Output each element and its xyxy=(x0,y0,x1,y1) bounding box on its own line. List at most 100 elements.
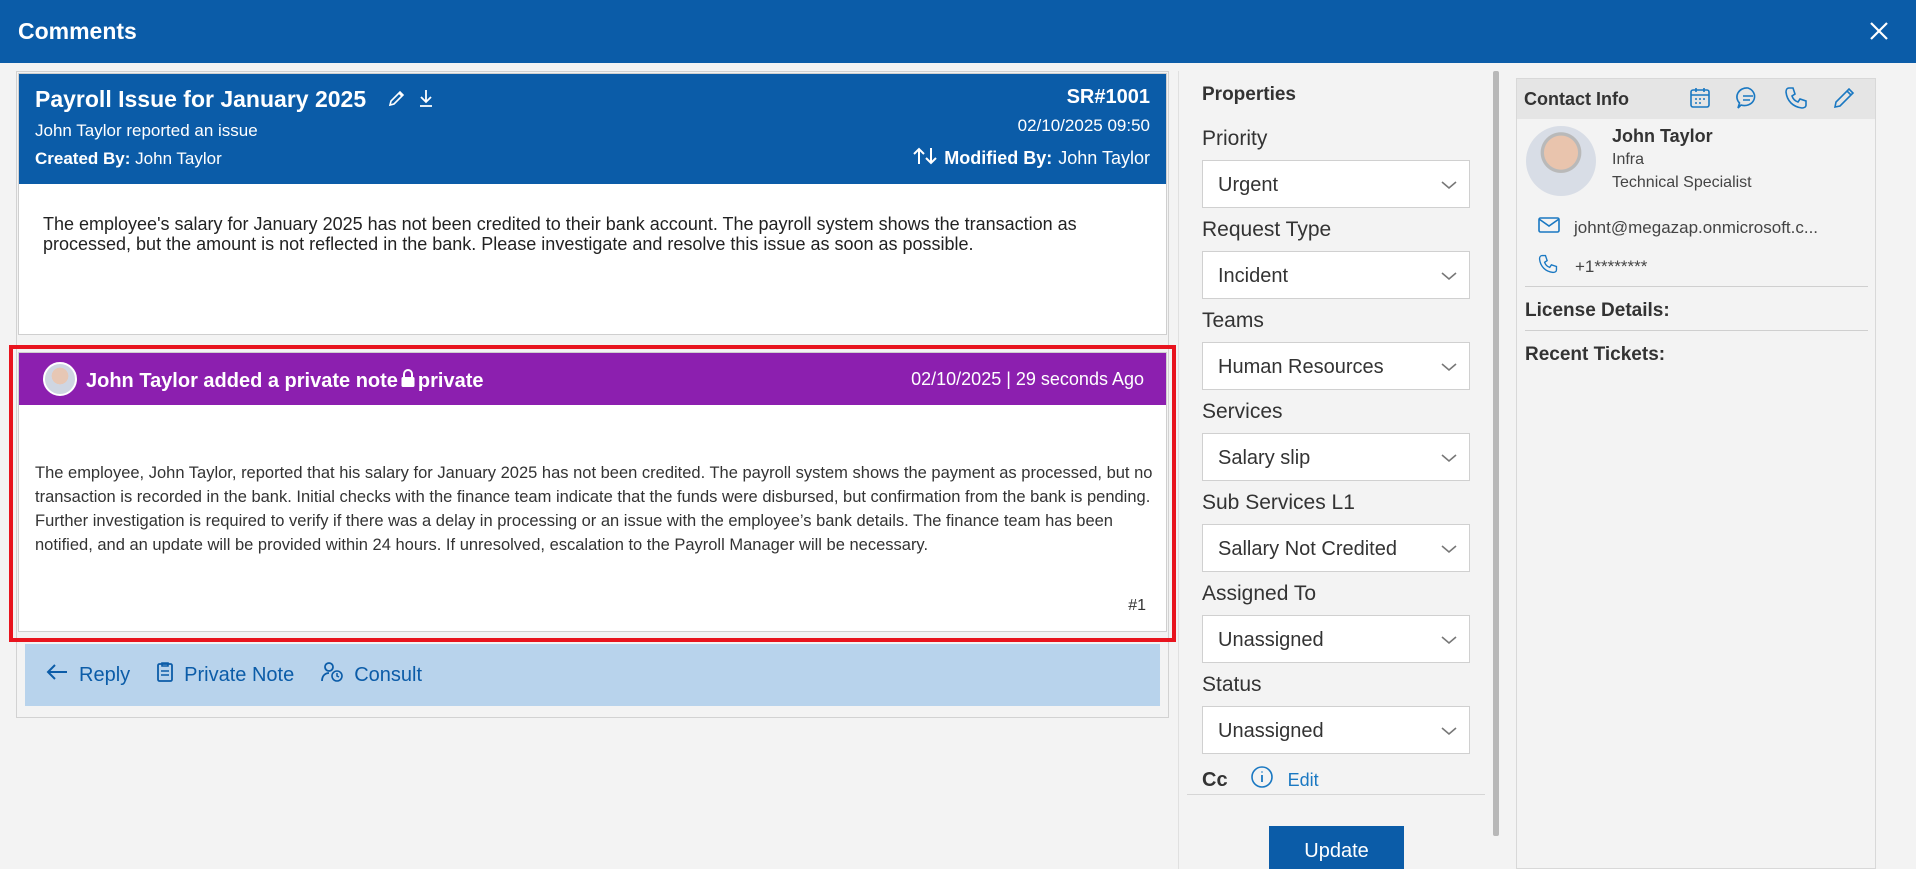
avatar xyxy=(43,362,77,396)
consult-button[interactable]: Consult xyxy=(320,661,422,689)
priority-value: Urgent xyxy=(1218,174,1279,196)
created-by-label: Created By: xyxy=(35,149,131,168)
calendar-icon[interactable] xyxy=(1687,85,1713,111)
sub-services-dropdown[interactable]: Sallary Not Credited xyxy=(1202,524,1470,572)
divider xyxy=(1525,330,1868,331)
lock-icon xyxy=(400,368,416,394)
status-dropdown[interactable]: Unassigned xyxy=(1202,706,1470,754)
arrow-left-icon xyxy=(45,662,69,688)
private-note-label: Private Note xyxy=(184,663,295,686)
divider xyxy=(1525,286,1868,287)
contact-actions xyxy=(1687,85,1857,111)
sub-services-value: Sallary Not Credited xyxy=(1218,538,1397,560)
assigned-to-label: Assigned To xyxy=(1202,582,1317,605)
phone-icon xyxy=(1537,253,1559,280)
cc-edit-link[interactable]: Edit xyxy=(1288,770,1319,791)
chevron-down-icon xyxy=(1439,539,1459,565)
chevron-down-icon xyxy=(1439,630,1459,656)
note-title-text: John Taylor added a private note xyxy=(86,369,398,392)
cc-label: Cc xyxy=(1202,768,1228,791)
chevron-down-icon xyxy=(1439,357,1459,383)
update-button[interactable]: Update xyxy=(1269,826,1404,869)
reply-button[interactable]: Reply xyxy=(45,662,130,688)
teams-label: Teams xyxy=(1202,309,1264,332)
status-label: Status xyxy=(1202,673,1262,696)
private-label: private xyxy=(417,369,484,392)
ticket-header: Payroll Issue for January 2025 John Tayl… xyxy=(19,74,1166,184)
assigned-to-value: Unassigned xyxy=(1218,629,1324,651)
contact-avatar xyxy=(1526,126,1596,196)
ticket-subtitle: John Taylor reported an issue xyxy=(35,121,258,140)
note-body: The employee, John Taylor, reported that… xyxy=(35,464,1153,554)
comment-action-bar: Reply Private Note Consult xyxy=(25,644,1160,706)
note-number: #1 xyxy=(1128,597,1146,614)
request-type-dropdown[interactable]: Incident xyxy=(1202,251,1470,299)
contact-info-panel: Contact Info John Taylor Infra Technical… xyxy=(1516,78,1876,869)
note-timestamp: 02/10/2025 | 29 seconds Ago xyxy=(911,369,1144,389)
ticket-panel: Payroll Issue for January 2025 John Tayl… xyxy=(16,71,1169,719)
divider xyxy=(1187,794,1485,795)
window-title: Comments xyxy=(18,18,137,44)
contact-title: Contact Info xyxy=(1524,89,1629,109)
contact-phone[interactable]: +1******** xyxy=(1575,257,1647,277)
note-title: John Taylor added a private note private xyxy=(86,368,484,394)
recent-tickets-heading: Recent Tickets: xyxy=(1525,344,1666,365)
modified-by-label: Modified By: xyxy=(944,148,1053,168)
consult-label: Consult xyxy=(354,663,423,686)
phone-icon[interactable] xyxy=(1783,85,1809,111)
close-icon[interactable] xyxy=(1866,18,1892,44)
private-note-card: John Taylor added a private note private… xyxy=(18,352,1167,632)
teams-value: Human Resources xyxy=(1218,356,1384,378)
contact-department: Infra xyxy=(1612,151,1645,168)
assigned-to-dropdown[interactable]: Unassigned xyxy=(1202,615,1470,663)
clipboard-icon xyxy=(156,661,174,689)
services-dropdown[interactable]: Salary slip xyxy=(1202,433,1470,481)
ticket-title-actions xyxy=(387,88,435,113)
window-titlebar: Comments xyxy=(0,0,1916,63)
consult-person-icon xyxy=(320,661,344,689)
chevron-down-icon xyxy=(1439,721,1459,747)
contact-name: John Taylor xyxy=(1612,126,1713,146)
contact-role: Technical Specialist xyxy=(1612,174,1752,191)
ticket-datetime: 02/10/2025 09:50 xyxy=(1017,116,1150,135)
chevron-down-icon xyxy=(1439,175,1459,201)
request-type-value: Incident xyxy=(1218,265,1289,287)
ticket-sr-number: SR#1001 xyxy=(1066,86,1150,108)
license-details-heading: License Details: xyxy=(1525,300,1670,321)
created-by-value: John Taylor xyxy=(135,149,222,168)
sub-services-label: Sub Services L1 xyxy=(1202,491,1355,514)
edit-pencil-icon[interactable] xyxy=(387,88,407,113)
properties-title: Properties xyxy=(1202,84,1296,105)
teams-dropdown[interactable]: Human Resources xyxy=(1202,342,1470,390)
ticket-modified-by: Modified By: John Taylor xyxy=(912,146,1150,171)
ticket-card: Payroll Issue for January 2025 John Tayl… xyxy=(18,73,1167,335)
contact-header: Contact Info xyxy=(1517,79,1875,119)
priority-dropdown[interactable]: Urgent xyxy=(1202,160,1470,208)
priority-label: Priority xyxy=(1202,127,1268,150)
note-header: John Taylor added a private note private… xyxy=(19,353,1166,405)
status-value: Unassigned xyxy=(1218,720,1324,742)
private-note-button[interactable]: Private Note xyxy=(156,661,294,689)
services-value: Salary slip xyxy=(1218,447,1311,469)
modified-by-value: John Taylor xyxy=(1058,148,1150,168)
reply-label: Reply xyxy=(79,663,131,686)
download-icon[interactable] xyxy=(417,88,435,113)
edit-pencil-icon[interactable] xyxy=(1831,85,1857,111)
services-label: Services xyxy=(1202,400,1283,423)
ticket-title: Payroll Issue for January 2025 xyxy=(35,86,367,112)
mail-icon xyxy=(1537,215,1561,240)
request-type-label: Request Type xyxy=(1202,218,1332,241)
chat-icon[interactable] xyxy=(1735,85,1761,111)
contact-phone-row: +1******** xyxy=(1537,253,1647,280)
properties-panel: Properties Priority Urgent Request Type … xyxy=(1178,71,1490,869)
ticket-description: The employee's salary for January 2025 h… xyxy=(43,214,1077,254)
properties-scrollbar[interactable] xyxy=(1493,71,1499,836)
sort-arrows-icon[interactable] xyxy=(912,146,938,171)
info-icon[interactable] xyxy=(1250,765,1274,795)
chevron-down-icon xyxy=(1439,266,1459,292)
ticket-created-by: Created By: John Taylor xyxy=(35,149,222,169)
chevron-down-icon xyxy=(1439,448,1459,474)
cc-row: Cc Edit xyxy=(1202,765,1319,795)
contact-email[interactable]: johnt@megazap.onmicrosoft.c... xyxy=(1574,218,1818,238)
contact-email-row: johnt@megazap.onmicrosoft.c... xyxy=(1537,215,1818,240)
